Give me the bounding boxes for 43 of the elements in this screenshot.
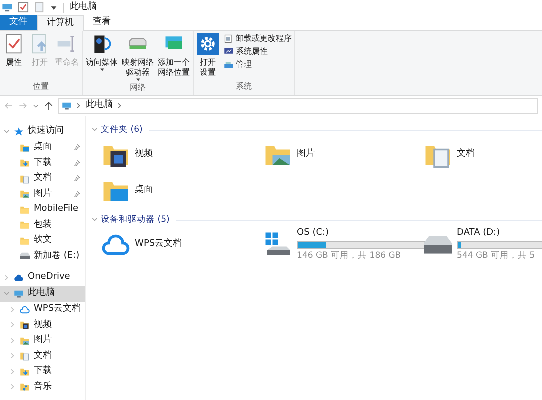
nav-item[interactable]: MobileFile: [0, 202, 86, 218]
file-menu-tab[interactable]: 文件: [0, 15, 37, 30]
content-item[interactable]: OS (C:) 146 GB 可用，共 186 GB: [264, 227, 424, 263]
nav-item[interactable]: 下载: [0, 364, 86, 380]
content-item[interactable]: 视频: [102, 137, 264, 173]
ribbon-small-button[interactable]: 管理: [224, 59, 292, 70]
ribbon-group-label: 位置: [33, 81, 49, 93]
nav-item[interactable]: 图片: [0, 333, 86, 348]
window-title: 此电脑: [70, 0, 97, 14]
group-header[interactable]: 设备和驱动器 (5): [101, 214, 170, 226]
content-item[interactable]: 图片: [264, 137, 424, 173]
group-header[interactable]: 文件夹 (6): [101, 124, 143, 136]
ribbon-tab[interactable]: 计算机: [37, 15, 84, 31]
nav-item[interactable]: 软文: [0, 233, 86, 248]
content-item[interactable]: WPS云文档: [102, 227, 264, 263]
nav-item[interactable]: 桌面: [0, 140, 86, 156]
nav-item[interactable]: 音乐: [0, 380, 86, 395]
nav-item[interactable]: OneDrive: [0, 270, 86, 286]
nav-item[interactable]: 视频: [0, 318, 86, 333]
ribbon-button[interactable]: 打开 设置: [196, 33, 220, 78]
address-field[interactable]: 此电脑: [58, 98, 538, 114]
ribbon-button[interactable]: 映射网络 驱动器: [121, 33, 155, 82]
content-item[interactable]: 桌面: [102, 173, 264, 209]
nav-item[interactable]: 此电脑: [0, 286, 86, 302]
ribbon-group-label: 系统: [236, 81, 252, 93]
ribbon-button[interactable]: 属性: [2, 33, 26, 68]
ribbon-small-button[interactable]: 卸载或更改程序: [224, 33, 292, 44]
nav-item[interactable]: WPS云文档: [0, 302, 86, 318]
ribbon-button[interactable]: 添加一个 网络位置: [157, 33, 191, 78]
nav-item[interactable]: 文档: [0, 348, 86, 364]
nav-item[interactable]: 下载: [0, 156, 86, 171]
nav-item[interactable]: 新加卷 (E:): [0, 248, 86, 264]
ribbon-small-button[interactable]: 系统属性: [224, 46, 292, 57]
nav-item[interactable]: 文档: [0, 171, 86, 186]
content-item[interactable]: 文档: [424, 137, 542, 173]
ribbon-tab[interactable]: 查看: [84, 15, 120, 30]
ribbon-button[interactable]: 访问媒体: [85, 33, 119, 72]
nav-item[interactable]: 图片: [0, 186, 86, 202]
content-item[interactable]: DATA (D:) 544 GB 可用，共 5: [424, 227, 542, 263]
breadcrumb-item[interactable]: 此电脑: [86, 99, 113, 113]
ribbon-group-label: 网络: [130, 82, 146, 94]
nav-item[interactable]: 包装: [0, 218, 86, 233]
nav-item[interactable]: 快速访问: [0, 124, 86, 140]
